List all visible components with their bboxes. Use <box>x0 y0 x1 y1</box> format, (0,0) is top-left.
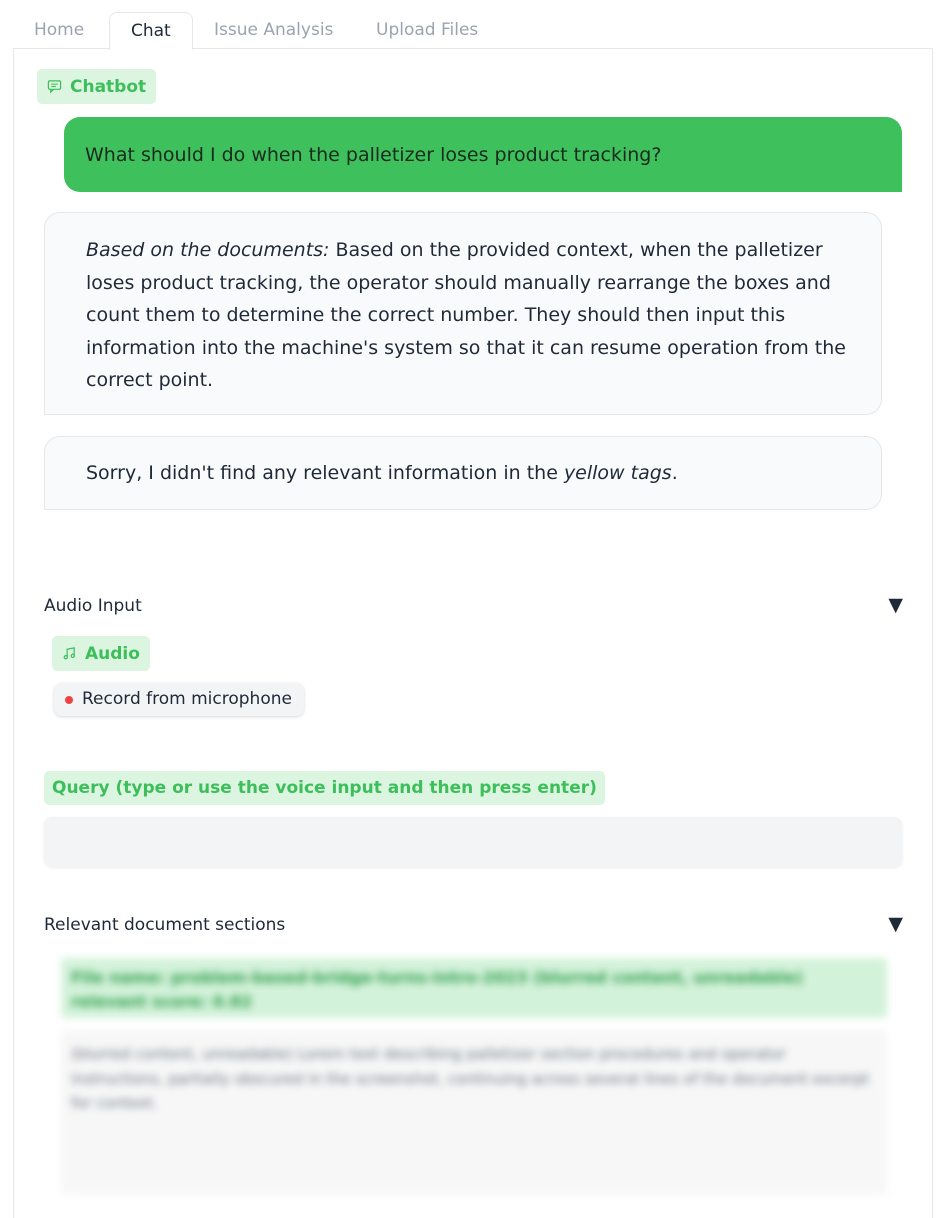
audio-collapse-toggle-icon[interactable]: ▼ <box>888 594 903 616</box>
bot-message-2-text: Sorry, I didn't find any relevant inform… <box>86 462 564 484</box>
record-from-microphone-button[interactable]: Record from microphone <box>54 683 304 716</box>
query-input[interactable] <box>44 817 902 867</box>
chatbot-label: Chatbot <box>37 69 157 104</box>
query-label: Query (type or use the voice input and t… <box>44 771 605 805</box>
bot-message-documents: Based on the documents: Based on the pro… <box>44 212 882 415</box>
audio-label: Audio <box>52 636 150 671</box>
chatbot-label-text: Chatbot <box>70 76 147 97</box>
bot-message-2-end: . <box>671 462 678 484</box>
bot-message-yellow-tags: Sorry, I didn't find any relevant inform… <box>44 436 882 510</box>
tab-issue-analysis[interactable]: Issue Analysis <box>193 12 354 49</box>
record-dot-icon <box>65 696 73 704</box>
tab-chat[interactable]: Chat <box>109 12 193 50</box>
music-note-icon <box>63 647 75 660</box>
chat-icon <box>47 80 62 94</box>
audio-section-title: Audio Input <box>44 596 142 616</box>
audio-label-text: Audio <box>85 643 140 664</box>
doc-section-header: File name: problem-based-bridge-turns-in… <box>61 958 887 1018</box>
doc-section-body: (blurred content, unreadable) Lorem text… <box>61 1030 887 1195</box>
query-label-text: Query (type or use the voice input and t… <box>52 778 597 798</box>
user-message: What should I do when the palletizer los… <box>64 117 902 192</box>
tab-upload-files[interactable]: Upload Files <box>355 12 499 49</box>
record-button-label: Record from microphone <box>82 689 292 709</box>
docs-section-title: Relevant document sections <box>44 915 286 935</box>
tab-home[interactable]: Home <box>13 12 105 49</box>
bot-message-2-emphasis: yellow tags <box>563 462 672 484</box>
docs-collapse-toggle-icon[interactable]: ▼ <box>888 913 903 935</box>
bot-message-body: Based on the provided context, when the … <box>86 239 846 391</box>
tab-bar: Home Chat Issue Analysis Upload Files <box>13 12 933 50</box>
bot-message-prefix: Based on the documents: <box>86 239 330 261</box>
